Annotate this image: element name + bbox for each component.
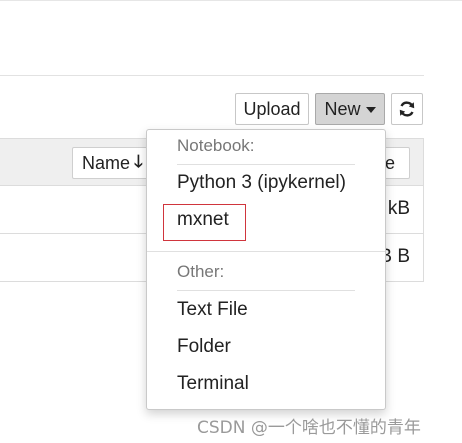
menu-item-text-file[interactable]: Text File [177, 299, 248, 321]
upload-button-label: Upload [243, 98, 301, 119]
refresh-button[interactable] [391, 93, 423, 125]
upload-button[interactable]: Upload [235, 93, 309, 125]
arrow-down-icon: 🡓 [134, 151, 143, 172]
notebook-divider [177, 164, 355, 165]
file-size: kB [387, 198, 410, 219]
notebook-section-header: Notebook: [177, 136, 255, 155]
menu-divider [147, 251, 385, 252]
top-divider [0, 0, 462, 1]
other-section-header: Other: [177, 262, 225, 281]
new-button[interactable]: New [315, 93, 385, 125]
new-dropdown-menu: Notebook: Python 3 (ipykernel) mxnet Oth… [146, 129, 386, 410]
name-column-label: Name [82, 152, 131, 173]
other-divider [177, 290, 355, 291]
menu-item-folder[interactable]: Folder [177, 336, 231, 358]
new-button-label: New [324, 98, 361, 119]
menu-item-python3-ipykernel[interactable]: Python 3 (ipykernel) [177, 172, 346, 194]
refresh-icon [399, 101, 415, 117]
menu-item-terminal[interactable]: Terminal [177, 373, 249, 395]
sort-by-name-button[interactable]: Name 🡓 [72, 147, 154, 179]
caret-down-icon [365, 107, 376, 113]
menu-item-mxnet[interactable]: mxnet [177, 209, 229, 231]
header-divider [0, 75, 424, 76]
watermark: CSDN @一个啥也不懂的青年 [197, 418, 421, 438]
